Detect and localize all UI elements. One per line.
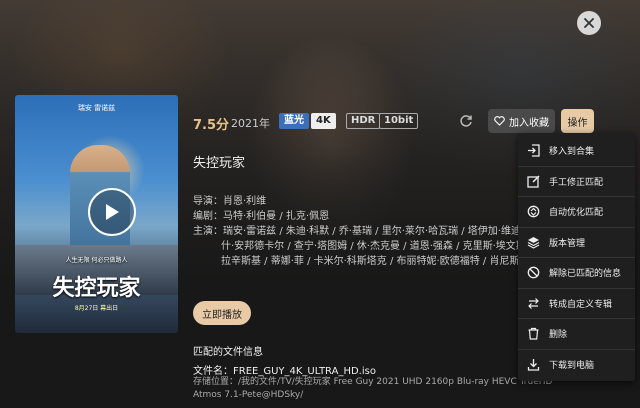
- menu-item-label: 解除已匹配的信息: [549, 269, 622, 280]
- bluray-badge: 蓝光: [279, 113, 309, 129]
- poster-tagline: 人生无限 何必只做路人: [65, 257, 128, 264]
- menu-item-convert-album[interactable]: 转成自定义专辑: [518, 289, 635, 319]
- close-button[interactable]: [577, 11, 601, 35]
- writer-line: 编剧：马特·利伯曼 / 扎克·佩恩: [193, 211, 330, 222]
- menu-item-label: 手工修正匹配: [549, 177, 604, 188]
- menu-item-move-to-collection[interactable]: 移入到合集: [518, 136, 635, 167]
- 4k-badge: 4K: [311, 113, 336, 129]
- menu-item-label: 下载到电脑: [549, 361, 595, 372]
- menu-item-download[interactable]: 下载到电脑: [518, 350, 635, 381]
- poster-cast: 瑞安 雷诺兹: [77, 104, 116, 112]
- play-icon: [106, 204, 119, 220]
- refresh-button[interactable]: [456, 111, 476, 131]
- menu-item-label: 转成自定义专辑: [549, 299, 613, 310]
- add-favorite-label: 加入收藏: [509, 117, 549, 129]
- credits: 导演：肖恩·利维 编剧：马特·利伯曼 / 扎克·佩恩 主演：瑞安·雷诺兹 / 朱…: [193, 194, 523, 269]
- menu-item-auto-optimize[interactable]: 自动优化匹配: [518, 197, 635, 228]
- sync-icon: [526, 205, 540, 219]
- edit-icon: [526, 174, 540, 188]
- cast-line: 什·安邦德卡尔 / 查宁·塔图姆 / 休·杰克曼 / 道恩·强森 / 克里斯·埃…: [221, 241, 523, 252]
- heart-icon: [494, 116, 505, 126]
- block-icon: [526, 266, 540, 280]
- operation-menu: 移入到合集 手工修正匹配 自动优化匹配 版本管理 解除已匹配的信息 转成自定义专…: [518, 133, 635, 381]
- files-heading: 匹配的文件信息: [193, 347, 263, 358]
- layers-icon: [526, 235, 540, 249]
- poster-title: 失控玩家: [52, 276, 141, 301]
- operation-button[interactable]: 操作: [561, 109, 594, 133]
- movie-poster[interactable]: 瑞安 雷诺兹 人生无限 何必只做路人 失控玩家 8月27日 幕出日: [15, 95, 178, 333]
- director-line: 导演：肖恩·利维: [193, 196, 267, 207]
- add-favorite-button[interactable]: 加入收藏: [488, 109, 555, 133]
- file-name: 文件名：FREE_GUY_4K_ULTRA_HD.iso: [193, 366, 376, 377]
- poster-play-button[interactable]: [88, 188, 136, 236]
- menu-item-manual-fix[interactable]: 手工修正匹配: [518, 167, 635, 197]
- menu-item-label: 移入到合集: [549, 147, 595, 158]
- menu-item-label: 自动优化匹配: [549, 208, 604, 219]
- poster-release: 8月27日 幕出日: [74, 305, 119, 312]
- cast-line: 主演：瑞安·雷诺兹 / 朱迪·科默 / 乔·基瑞 / 里尔·莱尔·哈瓦瑞 / 塔…: [193, 226, 523, 237]
- release-year: 2021年: [231, 117, 270, 130]
- play-now-button[interactable]: 立即播放: [193, 301, 251, 325]
- close-icon: [584, 18, 594, 28]
- menu-item-label: 版本管理: [549, 238, 586, 249]
- download-icon: [526, 358, 540, 372]
- menu-item-delete[interactable]: 删除: [518, 319, 635, 350]
- menu-item-unmatch[interactable]: 解除已匹配的信息: [518, 258, 635, 289]
- trash-icon: [526, 327, 540, 341]
- menu-item-version-manage[interactable]: 版本管理: [518, 228, 635, 258]
- menu-item-label: 删除: [549, 330, 568, 341]
- move-in-icon: [526, 144, 540, 158]
- refresh-icon: [460, 115, 472, 127]
- rating: 7.5分: [193, 118, 230, 133]
- 10bit-badge: 10bit: [379, 113, 419, 129]
- cast-line: 拉辛斯基 / 蒂娜·菲 / 卡米尔·科斯塔克 / 布丽特妮·欧德福特 / 肖尼斯…: [221, 256, 523, 267]
- hdr-badge: HDR: [346, 113, 381, 129]
- convert-icon: [526, 296, 540, 310]
- movie-title: 失控玩家: [193, 156, 246, 171]
